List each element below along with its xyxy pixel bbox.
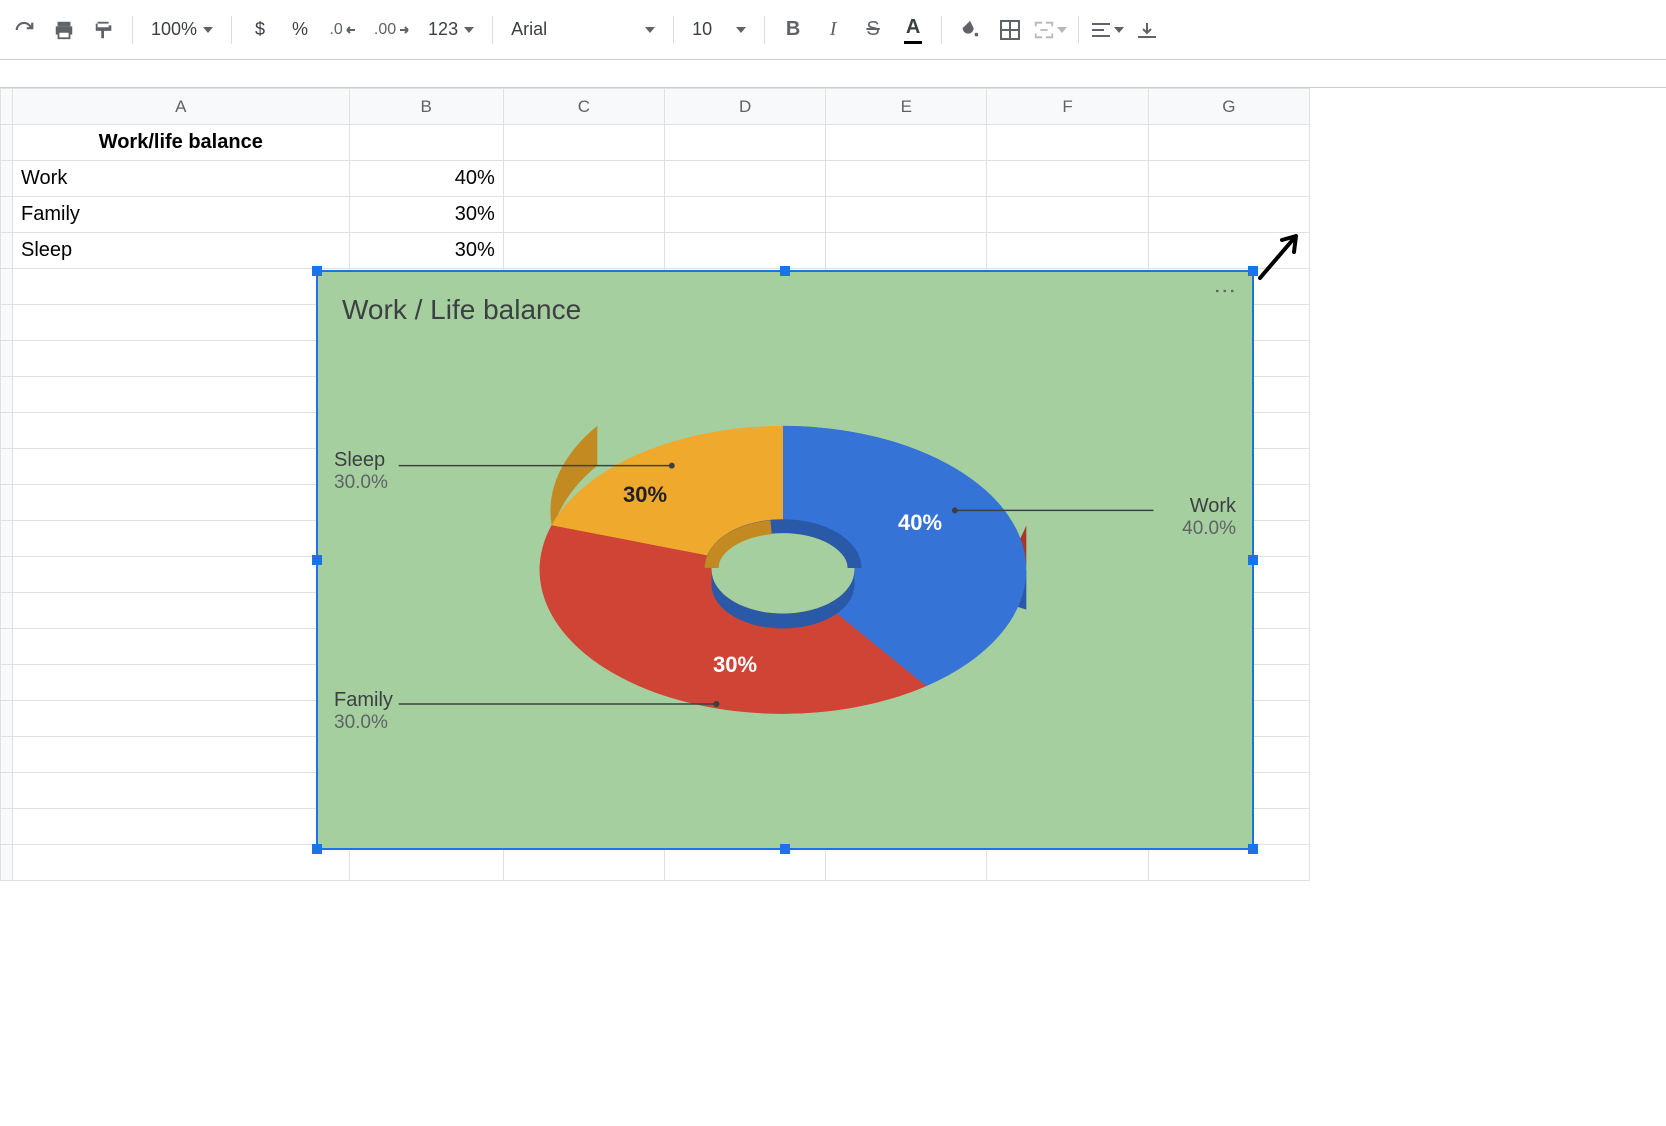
font-size-select[interactable]: 10 (684, 15, 754, 44)
formula-bar[interactable] (0, 60, 1666, 88)
resize-handle[interactable] (1248, 844, 1258, 854)
callout-work: Work 40.0% (1182, 494, 1236, 541)
resize-handle[interactable] (780, 266, 790, 276)
column-headers: A B C D E F G (1, 89, 1310, 125)
cell-B3[interactable]: 30% (349, 197, 503, 233)
resize-handle[interactable] (1248, 266, 1258, 276)
col-header[interactable]: G (1148, 89, 1309, 125)
col-header[interactable]: C (503, 89, 664, 125)
cell-B2[interactable]: 40% (349, 161, 503, 197)
chevron-down-icon (203, 27, 213, 33)
slice-label-family: 30% (713, 652, 757, 678)
resize-handle[interactable] (1248, 555, 1258, 565)
decrease-decimal-button[interactable]: .0 (322, 12, 366, 48)
font-family-select[interactable]: Arial (503, 15, 663, 44)
chevron-down-icon (645, 27, 655, 33)
table-row: Family 30% (1, 197, 1310, 233)
chevron-down-icon (464, 27, 474, 33)
borders-button[interactable] (992, 12, 1028, 48)
italic-button[interactable]: I (815, 12, 851, 48)
slice-label-sleep: 30% (623, 482, 667, 508)
cell-A2[interactable]: Work (13, 161, 350, 197)
col-header[interactable]: F (987, 89, 1148, 125)
separator (1078, 16, 1079, 44)
redo-icon[interactable] (6, 12, 42, 48)
horizontal-align-button[interactable] (1089, 12, 1125, 48)
bold-button[interactable]: B (775, 12, 811, 48)
chart-object[interactable]: Work / Life balance ⋮ 30% (316, 270, 1254, 850)
callout-sleep: Sleep 30.0% (334, 448, 388, 495)
col-header[interactable]: A (13, 89, 350, 125)
col-header[interactable]: B (349, 89, 503, 125)
text-color-button[interactable]: A (895, 12, 931, 48)
font-name: Arial (511, 19, 547, 40)
cell-A1[interactable]: Work/life balance (13, 125, 350, 161)
col-header[interactable]: E (826, 89, 987, 125)
increase-decimal-button[interactable]: .00 (370, 12, 416, 48)
cell-A4[interactable]: Sleep (13, 233, 350, 269)
separator (673, 16, 674, 44)
more-formats-select[interactable]: 123 (420, 15, 482, 44)
vertical-align-button[interactable] (1129, 12, 1165, 48)
merge-cells-button[interactable] (1032, 12, 1068, 48)
cell-A3[interactable]: Family (13, 197, 350, 233)
toolbar: 100% $ % .0 .00 123 Arial 10 B I S A (0, 0, 1666, 60)
resize-handle[interactable] (312, 266, 322, 276)
spreadsheet-grid: A B C D E F G Work/life balance Work 40%… (0, 88, 1666, 881)
table-row: Work 40% (1, 161, 1310, 197)
separator (764, 16, 765, 44)
col-header[interactable]: D (664, 89, 825, 125)
slice-label-work: 40% (898, 510, 942, 536)
print-icon[interactable] (46, 12, 82, 48)
paint-format-icon[interactable] (86, 12, 122, 48)
separator (492, 16, 493, 44)
format-percent-button[interactable]: % (282, 12, 318, 48)
strikethrough-button[interactable]: S (855, 12, 891, 48)
table-row: Work/life balance (1, 125, 1310, 161)
separator (231, 16, 232, 44)
separator (941, 16, 942, 44)
fill-color-button[interactable] (952, 12, 988, 48)
resize-handle[interactable] (312, 844, 322, 854)
separator (132, 16, 133, 44)
resize-handle[interactable] (312, 555, 322, 565)
table-row: Sleep 30% (1, 233, 1310, 269)
cell-B4[interactable]: 30% (349, 233, 503, 269)
donut-3d-chart (318, 272, 1252, 848)
zoom-select[interactable]: 100% (143, 15, 221, 44)
zoom-value: 100% (151, 19, 197, 40)
resize-handle[interactable] (780, 844, 790, 854)
chevron-down-icon (736, 27, 746, 33)
font-size-value: 10 (692, 19, 712, 40)
format-currency-button[interactable]: $ (242, 12, 278, 48)
callout-family: Family 30.0% (334, 688, 393, 735)
